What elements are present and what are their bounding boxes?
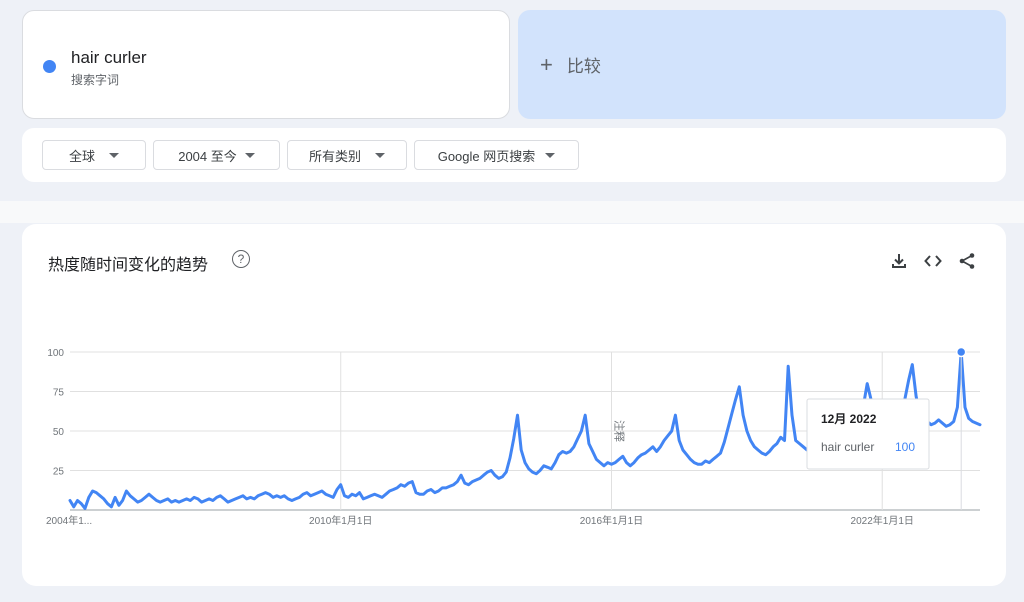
region-filter[interactable]: 全球 (42, 140, 146, 170)
interest-over-time-card: 热度随时间变化的趋势 ? 100 75 50 25 2004年1... 2010年1月1日… (22, 224, 1006, 586)
filter-bar: 全球 2004 至今 所有类别 Google 网页搜索 (22, 128, 1006, 182)
search-type-filter-label: Google 网页搜索 (437, 148, 536, 164)
compare-label: 比较 (566, 57, 601, 76)
x-tick-label: 2016年1月1日 (580, 514, 643, 527)
trend-line-chart: 100 75 50 25 2004年1... 2010年1月1日 2016年1月1日 2022… (46, 346, 982, 527)
y-tick-label: 75 (53, 388, 65, 399)
dropdown-caret-icon (109, 152, 119, 158)
y-tick-label: 100 (47, 348, 64, 359)
tooltip-series-name: hair curler (821, 440, 874, 454)
time-range-filter-label: 2004 至今 (178, 148, 237, 164)
x-tick-label: 2004年1... (46, 514, 92, 527)
time-range-filter[interactable]: 2004 至今 (153, 140, 280, 170)
search-type-filter[interactable]: Google 网页搜索 (414, 140, 579, 170)
tooltip-box (806, 398, 930, 470)
search-term-card[interactable]: hair curler 搜索字词 (22, 10, 510, 119)
series-color-dot (43, 60, 56, 73)
y-tick-label: 50 (53, 427, 65, 438)
dropdown-caret-icon (375, 152, 385, 158)
dropdown-caret-icon (545, 152, 556, 158)
search-term-type: 搜索字词 (71, 73, 120, 87)
category-filter[interactable]: 所有类别 (287, 140, 407, 170)
plus-icon: + (540, 51, 553, 77)
region-filter-label: 全球 (68, 148, 95, 164)
category-filter-label: 所有类别 (308, 148, 361, 164)
search-term-label[interactable]: hair curler (71, 48, 147, 68)
annotation-label: 注释 (612, 420, 626, 442)
tooltip-value: 100 (895, 440, 915, 454)
tooltip-date: 12月 2022 (821, 412, 877, 426)
dropdown-caret-icon (244, 152, 255, 158)
compare-button[interactable]: + 比较 (518, 10, 1006, 119)
x-tick-label: 2010年1月1日 (309, 514, 372, 527)
section-divider (0, 201, 1024, 223)
x-tick-label: 2022年1月1日 (851, 514, 914, 527)
highlighted-data-point (955, 346, 967, 358)
y-tick-label: 25 (53, 467, 65, 478)
